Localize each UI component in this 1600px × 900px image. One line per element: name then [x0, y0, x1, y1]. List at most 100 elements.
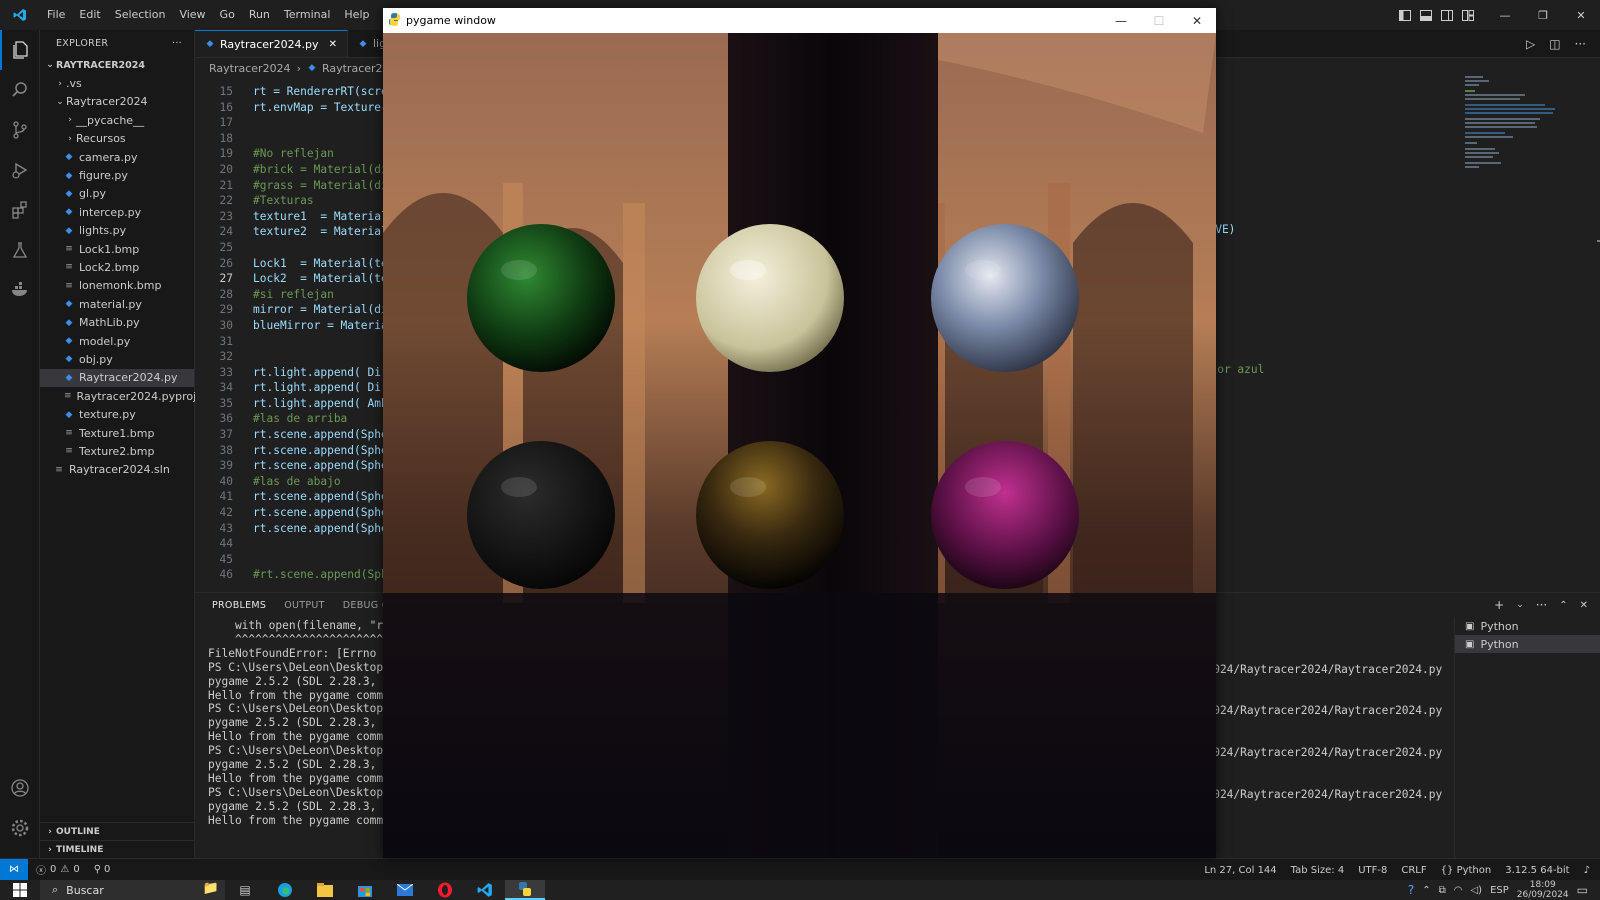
file-tree-item[interactable]: ≡ Raytracer2024.sln — [40, 461, 194, 479]
menu-run[interactable]: Run — [242, 0, 277, 30]
menu-terminal[interactable]: Terminal — [277, 0, 338, 30]
file-tree-item[interactable]: ⌄ Raytracer2024 — [40, 93, 194, 111]
file-tree-item[interactable]: ◆ figure.py — [40, 166, 194, 184]
file-tree-item[interactable]: ◆ intercep.py — [40, 203, 194, 221]
file-tree-item[interactable]: ◆ obj.py — [40, 350, 194, 368]
menu-go[interactable]: Go — [213, 0, 242, 30]
pygame-window[interactable]: pygame window — ☐ ✕ — [383, 8, 1216, 858]
menu-selection[interactable]: Selection — [108, 0, 173, 30]
file-tree-item-label: .vs — [66, 77, 82, 91]
file-tree-item[interactable]: ≡ Lock1.bmp — [40, 240, 194, 258]
cursor-position[interactable]: Ln 27, Col 144 — [1204, 865, 1276, 876]
minimap[interactable] — [1463, 74, 1573, 204]
more-actions-icon[interactable]: ··· — [1575, 37, 1586, 51]
settings-gear-icon[interactable] — [0, 808, 40, 848]
close-tab-icon[interactable]: ✕ — [329, 39, 337, 50]
remote-indicator-icon[interactable]: ⋈ — [0, 858, 28, 881]
terminal-python-1[interactable]: ▣ Python — [1455, 617, 1600, 635]
more-actions-icon[interactable]: ··· — [172, 38, 182, 49]
split-editor-icon[interactable]: ◫ — [1549, 37, 1560, 51]
file-tree-item[interactable]: › Recursos — [40, 130, 194, 148]
meet-now-icon[interactable]: ⧉ — [1439, 885, 1446, 896]
maximize-button[interactable]: ☐ — [1140, 8, 1178, 33]
search-icon[interactable] — [0, 70, 40, 110]
toggle-secondary-sidebar-icon[interactable] — [1436, 0, 1457, 30]
file-tree-item[interactable]: ≡ Raytracer2024.pyproj — [40, 387, 196, 405]
python-taskbar-icon[interactable] — [505, 880, 545, 900]
customize-layout-icon[interactable] — [1457, 0, 1478, 30]
explorer-icon[interactable] — [0, 30, 40, 70]
file-explorer-icon[interactable] — [305, 880, 345, 900]
language-mode[interactable]: {} Python — [1441, 865, 1492, 876]
tab-size[interactable]: Tab Size: 4 — [1291, 865, 1345, 876]
file-tree-item[interactable]: ◆ gl.py — [40, 185, 194, 203]
restore-button[interactable]: ❐ — [1524, 0, 1562, 30]
wifi-icon[interactable]: ◠ — [1454, 885, 1463, 896]
close-panel-icon[interactable]: ✕ — [1580, 600, 1588, 611]
outline-section[interactable]: › OUTLINE — [40, 822, 195, 840]
file-tree-item[interactable]: ◆ camera.py — [40, 148, 194, 166]
vscode-taskbar-icon[interactable] — [465, 880, 505, 900]
problems-indicator[interactable]: ⓧ 0 ⚠ 0 — [36, 862, 80, 877]
language-indicator[interactable]: ESP — [1490, 885, 1509, 896]
timeline-section[interactable]: › TIMELINE — [40, 840, 195, 858]
close-button[interactable]: ✕ — [1178, 8, 1216, 33]
file-tree-item[interactable]: ◆ texture.py — [40, 405, 194, 423]
file-tree-item[interactable]: ≡ Lock2.bmp — [40, 258, 194, 276]
close-button[interactable]: ✕ — [1562, 0, 1600, 30]
menu-help[interactable]: Help — [337, 0, 376, 30]
chevron-up-icon[interactable]: ⌃ — [1422, 885, 1430, 896]
accounts-icon[interactable] — [0, 768, 40, 808]
testing-icon[interactable] — [0, 230, 40, 270]
notifications-bell-icon[interactable]: ♪ — [1584, 865, 1590, 876]
toggle-panel-icon[interactable] — [1415, 0, 1436, 30]
pygame-title-bar[interactable]: pygame window — ☐ ✕ — [383, 8, 1216, 33]
menu-file[interactable]: File — [40, 0, 72, 30]
extensions-icon[interactable] — [0, 190, 40, 230]
maximize-panel-icon[interactable]: ⌃ — [1559, 600, 1567, 611]
tab-output[interactable]: OUTPUT — [275, 600, 334, 611]
file-tree-item[interactable]: ◆ lights.py — [40, 222, 194, 240]
file-tree-item[interactable]: ◆ model.py — [40, 332, 194, 350]
more-actions-icon[interactable]: ··· — [1536, 598, 1547, 612]
file-tree-item[interactable]: ◆ MathLib.py — [40, 313, 194, 331]
windows-start-icon[interactable] — [0, 880, 40, 900]
toggle-sidebar-icon[interactable] — [1394, 0, 1415, 30]
source-control-icon[interactable] — [0, 110, 40, 150]
volume-icon[interactable]: ◁) — [1470, 885, 1482, 896]
menu-view[interactable]: View — [172, 0, 212, 30]
breadcrumb-folder[interactable]: Raytracer2024 — [209, 62, 291, 75]
menu-edit[interactable]: Edit — [72, 0, 107, 30]
new-terminal-icon[interactable]: + — [1494, 598, 1504, 612]
task-view-icon[interactable]: ▤ — [225, 880, 265, 900]
file-tree-item[interactable]: ≡ Texture2.bmp — [40, 442, 194, 460]
python-interpreter[interactable]: 3.12.5 64-bit — [1505, 865, 1569, 876]
notifications-icon[interactable]: ▭ — [1577, 883, 1588, 897]
workspace-root[interactable]: ⌄ RAYTRACER2024 — [40, 56, 194, 74]
file-tree-item[interactable]: ◆ Raytracer2024.py — [40, 368, 194, 388]
terminal-python-2[interactable]: ▣ Python — [1455, 635, 1600, 653]
tab-raytracer2024[interactable]: ◆ Raytracer2024.py ✕ — [195, 30, 348, 57]
tab-problems[interactable]: PROBLEMS — [203, 600, 275, 611]
line-ending[interactable]: CRLF — [1401, 865, 1426, 876]
file-tree-item[interactable]: › __pycache__ — [40, 111, 194, 129]
chevron-down-icon[interactable]: ⌄ — [1516, 600, 1524, 610]
encoding[interactable]: UTF-8 — [1358, 865, 1387, 876]
taskbar-search[interactable]: ⌕ Buscar 📁 — [40, 880, 225, 900]
docker-icon[interactable] — [0, 270, 40, 310]
file-tree-item[interactable]: ≡ Texture1.bmp — [40, 424, 194, 442]
edge-browser-icon[interactable] — [265, 880, 305, 900]
help-icon[interactable]: ? — [1408, 883, 1414, 897]
opera-browser-icon[interactable] — [425, 880, 465, 900]
minimize-button[interactable]: — — [1102, 8, 1140, 33]
microsoft-store-icon[interactable] — [345, 880, 385, 900]
mail-icon[interactable] — [385, 880, 425, 900]
file-tree-item[interactable]: ≡ lonemonk.bmp — [40, 277, 194, 295]
run-debug-icon[interactable] — [0, 150, 40, 190]
minimize-button[interactable]: — — [1486, 0, 1524, 30]
ports-indicator[interactable]: ⚲ 0 — [94, 864, 111, 875]
clock[interactable]: 18:09 26/09/2024 — [1517, 880, 1569, 900]
run-file-icon[interactable]: ▷ — [1526, 37, 1535, 51]
file-tree-item[interactable]: › .vs — [40, 74, 194, 92]
file-tree-item[interactable]: ◆ material.py — [40, 295, 194, 313]
